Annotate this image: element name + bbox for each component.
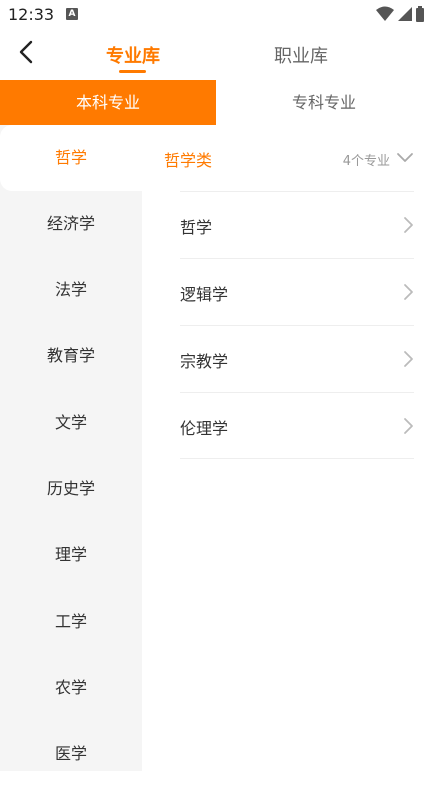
notification-a-icon: A bbox=[66, 8, 78, 20]
category-title: 哲学类 bbox=[164, 151, 213, 170]
list-item[interactable]: 逻辑学 bbox=[180, 258, 414, 325]
sidebar-item-engineering[interactable]: 工学 bbox=[0, 589, 142, 655]
sidebar-item-literature[interactable]: 文学 bbox=[0, 390, 142, 456]
major-label: 伦理学 bbox=[180, 419, 229, 438]
tab-major-library[interactable]: 专业库 bbox=[106, 42, 160, 68]
chevron-right-icon bbox=[404, 284, 413, 300]
sidebar-item-agriculture[interactable]: 农学 bbox=[0, 655, 142, 721]
signal-icon bbox=[398, 7, 412, 21]
back-arrow-icon[interactable] bbox=[14, 38, 38, 66]
major-label: 哲学 bbox=[180, 218, 213, 237]
major-label: 宗教学 bbox=[180, 352, 229, 371]
sidebar-item-history[interactable]: 历史学 bbox=[0, 456, 142, 522]
list-item[interactable]: 宗教学 bbox=[180, 325, 414, 392]
sidebar-item-law[interactable]: 法学 bbox=[0, 257, 142, 323]
list-item[interactable]: 哲学 bbox=[180, 191, 414, 258]
category-header[interactable]: 哲学类 4个专业 bbox=[164, 125, 414, 191]
chevron-down-icon bbox=[397, 153, 413, 162]
nav-bar: 专业库 职业库 bbox=[0, 30, 433, 78]
sidebar-item-science[interactable]: 理学 bbox=[0, 522, 142, 588]
level-tabs: 本科专业 专科专业 bbox=[0, 80, 433, 125]
sidebar-item-economics[interactable]: 经济学 bbox=[0, 191, 142, 257]
tab-undergraduate[interactable]: 本科专业 bbox=[0, 80, 216, 125]
chevron-right-icon bbox=[404, 217, 413, 233]
tab-career-library[interactable]: 职业库 bbox=[274, 42, 328, 68]
sidebar-item-medicine[interactable]: 医学 bbox=[0, 721, 142, 787]
chevron-right-icon bbox=[404, 418, 413, 434]
category-sidebar: 经济学 法学 教育学 文学 历史学 理学 工学 农学 医学 bbox=[0, 125, 142, 771]
sidebar-item-philosophy[interactable]: 哲学 bbox=[0, 125, 142, 191]
status-bar: 12:33 A bbox=[0, 0, 433, 30]
sidebar-item-education[interactable]: 教育学 bbox=[0, 323, 142, 389]
active-tab-indicator bbox=[119, 70, 146, 73]
list-item[interactable]: 伦理学 bbox=[180, 392, 414, 459]
status-time: 12:33 bbox=[8, 5, 55, 24]
major-label: 逻辑学 bbox=[180, 285, 229, 304]
tab-junior-college[interactable]: 专科专业 bbox=[216, 80, 432, 125]
chevron-right-icon bbox=[404, 351, 413, 367]
status-icons bbox=[375, 6, 425, 22]
major-list: 哲学 逻辑学 宗教学 伦理学 bbox=[180, 191, 414, 459]
battery-icon bbox=[416, 6, 424, 22]
category-count: 4个专业 bbox=[342, 154, 390, 169]
wifi-icon bbox=[376, 6, 394, 21]
